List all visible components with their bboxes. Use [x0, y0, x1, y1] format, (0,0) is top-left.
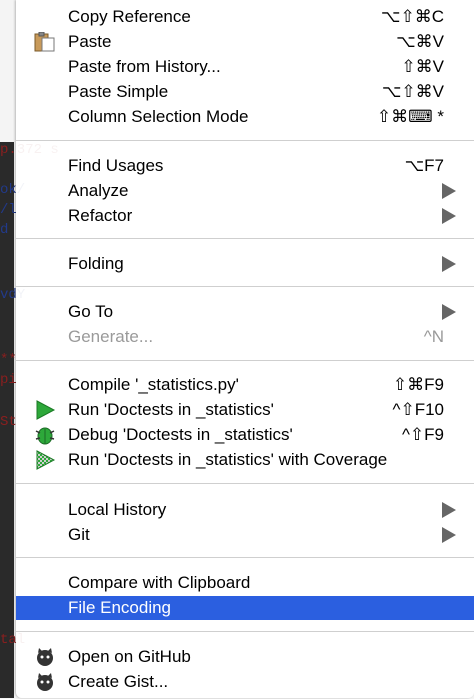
menu-item-open-on-github[interactable]: Open on GitHub [16, 645, 474, 669]
context-menu: Copy Reference ⌥⇧⌘C Paste ⌥⌘V Paste from… [16, 0, 474, 698]
editor-fragment: d [0, 222, 9, 238]
submenu-arrow-icon [442, 527, 456, 543]
menu-item-label: Run 'Doctests in _statistics' with Cover… [68, 450, 388, 469]
menu-item-analyze[interactable]: Analyze [16, 179, 474, 203]
menu-item-git[interactable]: Git [16, 523, 474, 547]
menu-item-label: File Encoding [68, 598, 172, 617]
editor-fragment: /l [0, 202, 17, 218]
menu-item-label: Generate... [68, 327, 154, 346]
menu-separator [16, 286, 474, 287]
menu-item-compare-with-clipboard[interactable]: Compare with Clipboard [16, 571, 474, 595]
menu-item-label: Paste [68, 32, 112, 51]
menu-item-label: Column Selection Mode [68, 107, 249, 126]
menu-item-label: Analyze [68, 181, 129, 200]
menu-item-label: Copy Reference [68, 7, 191, 26]
menu-separator [16, 140, 474, 141]
github-icon [34, 647, 56, 667]
menu-item-label: Run 'Doctests in _statistics' [68, 400, 274, 419]
menu-item-copy-reference[interactable]: Copy Reference ⌥⇧⌘C [16, 5, 474, 29]
menu-item-shortcut: ⌥⇧⌘C [380, 7, 444, 26]
menu-item-label: Folding [68, 254, 124, 273]
editor-fragment: ** [0, 352, 17, 368]
menu-item-label: Compare with Clipboard [68, 573, 251, 592]
coverage-icon [34, 450, 56, 470]
menu-item-local-history[interactable]: Local History [16, 498, 474, 522]
menu-item-label: Create Gist... [68, 672, 169, 691]
menu-separator [16, 483, 474, 484]
menu-item-shortcut: ⌥⌘V [396, 32, 444, 51]
menu-item-paste[interactable]: Paste ⌥⌘V [16, 30, 474, 54]
editor-fragment: pi [0, 372, 17, 388]
menu-item-shortcut: ⇧⌘F9 [392, 375, 444, 394]
menu-item-generate: Generate... ^N [16, 325, 474, 349]
debug-icon [34, 425, 56, 445]
menu-item-run-with-coverage[interactable]: Run 'Doctests in _statistics' with Cover… [16, 448, 474, 472]
submenu-arrow-icon [442, 208, 456, 224]
menu-item-compile[interactable]: Compile '_statistics.py' ⇧⌘F9 [16, 373, 474, 397]
menu-separator [16, 238, 474, 239]
menu-item-label: Go To [68, 302, 114, 321]
menu-item-shortcut: ⌥⇧⌘V [381, 82, 444, 101]
menu-item-shortcut: ^⇧F9 [401, 425, 444, 444]
menu-item-label: Refactor [68, 206, 133, 225]
menu-separator [16, 360, 474, 361]
menu-item-shortcut: ⌥F7 [404, 156, 444, 175]
menu-item-label: Open on GitHub [68, 647, 191, 666]
menu-item-label: Local History [68, 500, 167, 519]
menu-separator [16, 631, 474, 632]
menu-item-label: Paste Simple [68, 82, 169, 101]
menu-item-shortcut: ^N [423, 327, 444, 346]
menu-item-label: Compile '_statistics.py' [68, 375, 239, 394]
submenu-arrow-icon [442, 183, 456, 199]
menu-item-paste-simple[interactable]: Paste Simple ⌥⇧⌘V [16, 80, 474, 104]
menu-item-debug-doctests[interactable]: Debug 'Doctests in _statistics' ^⇧F9 [16, 423, 474, 447]
menu-item-find-usages[interactable]: Find Usages ⌥F7 [16, 154, 474, 178]
menu-item-label: Find Usages [68, 156, 164, 175]
menu-item-run-doctests[interactable]: Run 'Doctests in _statistics' ^⇧F10 [16, 398, 474, 422]
menu-item-shortcut: ^⇧F10 [392, 400, 444, 419]
menu-item-column-selection-mode[interactable]: Column Selection Mode ⇧⌘⌨ * [16, 105, 474, 129]
menu-item-paste-from-history[interactable]: Paste from History... ⇧⌘V [16, 55, 474, 79]
menu-item-shortcut: ⇧⌘V [401, 57, 444, 76]
menu-item-shortcut: ⇧⌘⌨ * [376, 107, 444, 126]
menu-item-folding[interactable]: Folding [16, 252, 474, 276]
paste-icon [34, 31, 56, 52]
menu-separator [16, 557, 474, 558]
menu-item-label: Debug 'Doctests in _statistics' [68, 425, 293, 444]
github-icon [34, 672, 56, 692]
menu-item-label: Paste from History... [68, 57, 221, 76]
submenu-arrow-icon [442, 304, 456, 320]
run-icon [34, 400, 56, 420]
menu-item-file-encoding[interactable]: File Encoding [16, 596, 474, 620]
editor-fragment: St [0, 414, 17, 430]
menu-item-create-gist[interactable]: Create Gist... [16, 670, 474, 694]
menu-item-go-to[interactable]: Go To [16, 300, 474, 324]
submenu-arrow-icon [442, 502, 456, 518]
menu-item-refactor[interactable]: Refactor [16, 204, 474, 228]
submenu-arrow-icon [442, 256, 456, 272]
menu-item-label: Git [68, 525, 90, 544]
